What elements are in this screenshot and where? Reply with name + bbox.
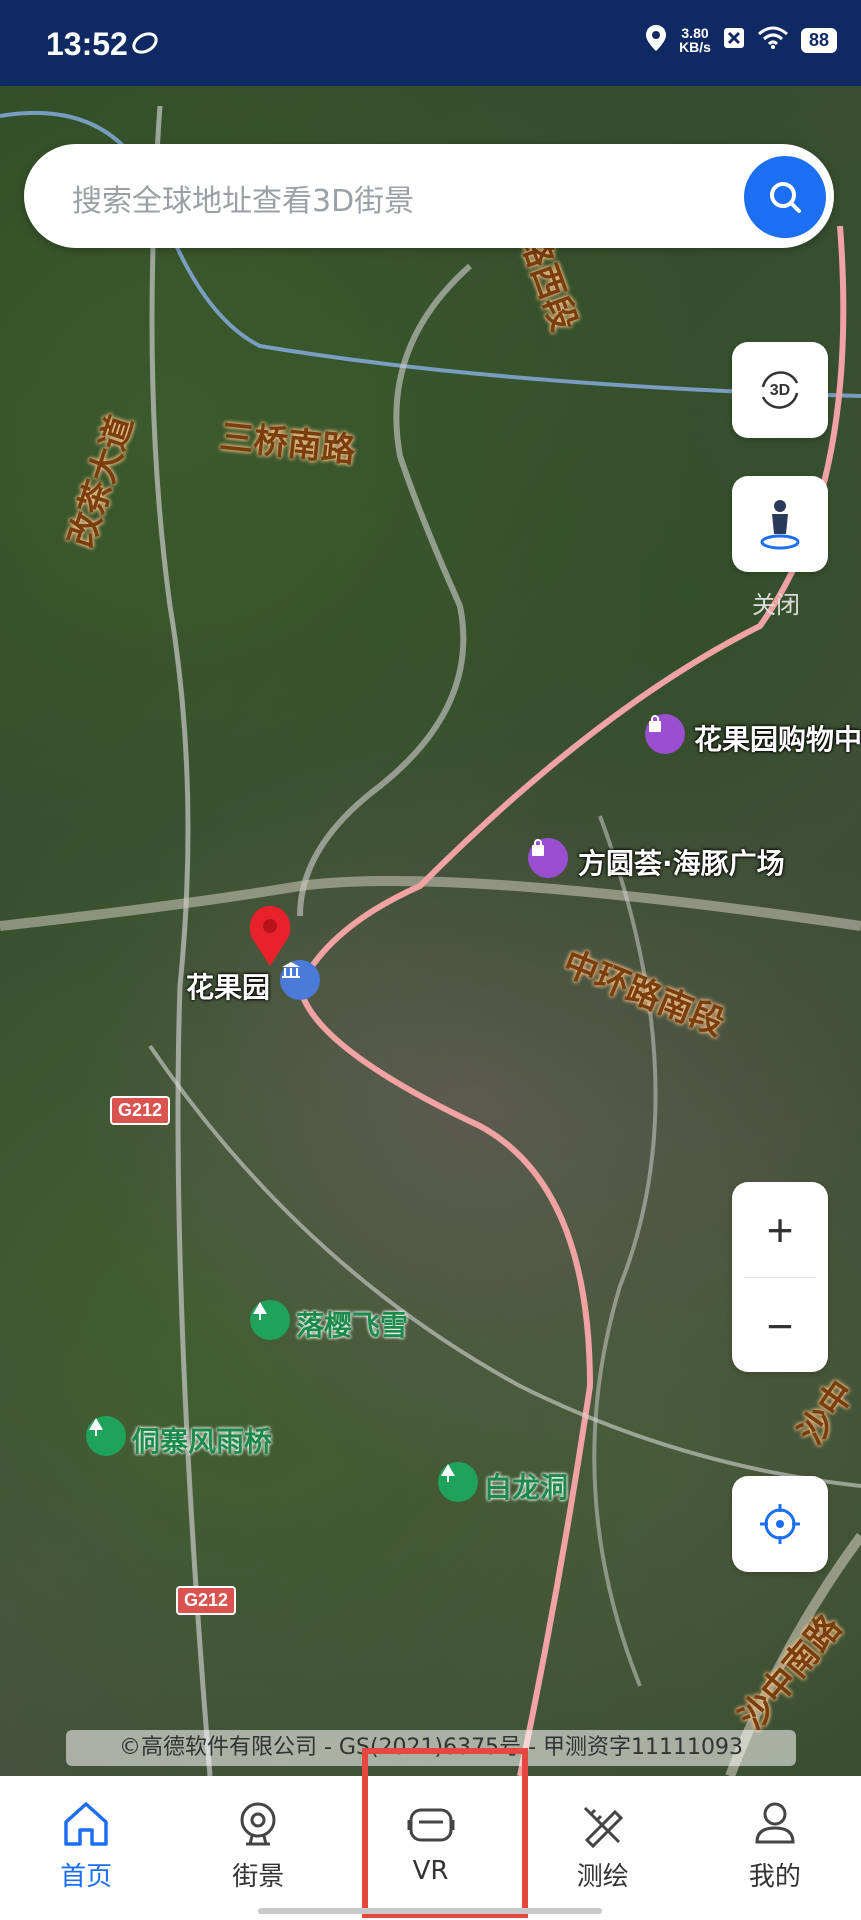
poi-label[interactable]: 侗寨风雨桥 [132, 1420, 272, 1460]
battery-indicator: 88 [800, 27, 837, 53]
street-view-button[interactable] [732, 476, 828, 572]
search-icon [770, 182, 801, 213]
search-bar[interactable]: 搜索全球地址查看3D街景 [24, 144, 834, 248]
user-icon [755, 1802, 795, 1844]
location-icon [645, 24, 667, 56]
tab-survey[interactable]: 测绘 [517, 1776, 689, 1920]
person-pin-icon [760, 500, 800, 550]
poi-label[interactable]: 落樱飞雪 [296, 1304, 408, 1344]
zoom-control[interactable]: + − [732, 1182, 828, 1372]
poi-label[interactable]: 花果园购物中 [694, 718, 861, 758]
poi-label[interactable]: 方圆荟·海豚广场 [578, 842, 785, 882]
home-icon [64, 1802, 108, 1846]
locate-button[interactable] [732, 1476, 828, 1572]
crosshair-icon [760, 1504, 800, 1544]
wifi-icon [757, 26, 789, 54]
camera-icon [240, 1802, 276, 1846]
tab-streetview[interactable]: 街景 [172, 1776, 344, 1920]
tab-vr[interactable]: VR [344, 1776, 516, 1920]
tree-icon[interactable] [250, 1300, 290, 1340]
tree-icon[interactable] [438, 1462, 478, 1502]
tab-home[interactable]: 首页 [0, 1776, 172, 1920]
network-speed: 3.80 KB/s [679, 25, 711, 55]
status-icons: 3.80 KB/s 88 [645, 24, 837, 56]
ruler-pencil-icon [583, 1806, 623, 1849]
tab-profile[interactable]: 我的 [689, 1776, 861, 1920]
zoom-out-button[interactable]: − [732, 1278, 828, 1373]
tab-label: 测绘 [576, 1862, 629, 1892]
status-bar: 13:52 3.80 KB/s 88 [0, 0, 861, 86]
3d-rotate-icon: 3D [761, 371, 799, 409]
street-view-label: 关闭 [752, 591, 800, 619]
svg-text:3D: 3D [770, 382, 790, 399]
tab-label: 街景 [232, 1862, 285, 1892]
tab-label: 我的 [748, 1862, 801, 1892]
shopping-bag-icon[interactable] [528, 838, 568, 878]
notification-x-icon [723, 27, 745, 53]
search-input[interactable]: 搜索全球地址查看3D街景 [72, 176, 414, 220]
poi-label[interactable]: 白龙洞 [484, 1466, 568, 1506]
tab-label: 首页 [60, 1862, 113, 1892]
map-copyright: ©高德软件有限公司 - GS(2021)6375号 - 甲测资字11111093 [66, 1730, 796, 1766]
highway-shield: G212 [176, 1586, 237, 1615]
location-pin-icon [249, 906, 291, 966]
search-button[interactable] [744, 156, 826, 238]
sync-icon [130, 30, 160, 60]
zoom-in-button[interactable]: + [732, 1182, 828, 1277]
government-icon[interactable] [280, 960, 320, 1000]
status-time: 13:52 [46, 26, 128, 62]
tree-icon[interactable] [86, 1416, 126, 1456]
bottom-tab-bar: 首页 街景 VR 测绘 我的 [0, 1776, 861, 1920]
highway-shield: G212 [110, 1096, 171, 1125]
vr-headset-icon [407, 1808, 454, 1842]
tab-label: VR [412, 1856, 449, 1886]
3d-view-button[interactable]: 3D [732, 342, 828, 438]
gesture-bar[interactable] [258, 1908, 602, 1914]
shopping-bag-icon[interactable] [645, 714, 685, 754]
poi-label[interactable]: 花果园 [186, 966, 270, 1006]
